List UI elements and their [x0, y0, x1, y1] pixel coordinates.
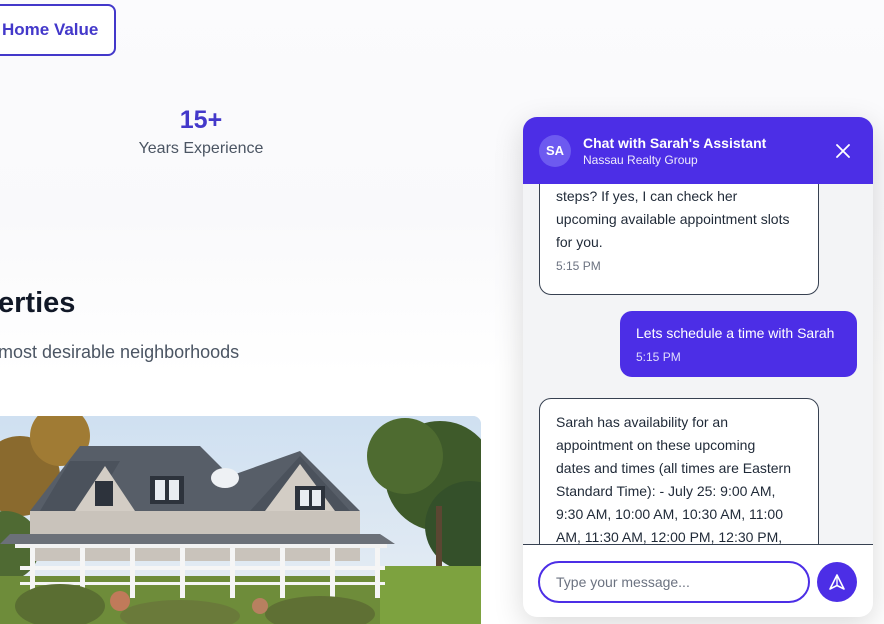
properties-subtitle: most desirable neighborhoods	[0, 342, 240, 362]
message-time: 5:15 PM	[556, 259, 601, 273]
chat-input-area	[523, 544, 873, 617]
message-line: for you.	[556, 234, 603, 250]
send-button[interactable]	[817, 562, 857, 602]
user-message: Lets schedule a time with Sarah 5:15 PM	[620, 311, 857, 377]
message-line: Standard Time): - July 25: 9:00 AM,	[556, 483, 776, 499]
bot-message: Sarah has availability for an appointmen…	[539, 398, 819, 544]
message-line: 9:30 AM, 10:00 AM, 10:30 AM, 11:00	[556, 506, 784, 522]
home-value-button[interactable]: Home Value	[0, 4, 116, 56]
message-line: Sarah has availability for an	[556, 414, 728, 430]
message-line: steps? If yes, I can check her	[556, 188, 738, 204]
chat-subtitle: Nassau Realty Group	[583, 152, 698, 167]
chat-title: Chat with Sarah's Assistant	[583, 134, 767, 151]
message-line: AM, 11:30 AM, 12:00 PM, 12:30 PM,	[556, 529, 783, 544]
stat-label: Years Experience	[138, 140, 264, 157]
message-line: appointment on these upcoming	[556, 437, 756, 453]
message-list: steps? If yes, I can check her upcoming …	[523, 184, 873, 544]
stat-years-experience: 15+ Years Experience	[100, 104, 302, 160]
property-image[interactable]	[0, 416, 481, 624]
message-input[interactable]	[538, 561, 810, 603]
avatar: SA	[539, 134, 571, 167]
close-button[interactable]	[833, 141, 853, 161]
close-icon	[836, 144, 850, 158]
message-text: Lets schedule a time with Sarah	[636, 325, 835, 341]
message-line: dates and times (all times are Eastern	[556, 460, 791, 476]
message-time: 5:15 PM	[636, 350, 681, 364]
stat-value: 15+	[179, 106, 223, 134]
properties-title: erties	[0, 287, 76, 319]
message-line: upcoming available appointment slots	[556, 211, 790, 227]
chat-header: SA Chat with Sarah's Assistant Nassau Re…	[523, 117, 873, 184]
send-icon	[829, 574, 845, 590]
bot-message: steps? If yes, I can check her upcoming …	[539, 184, 819, 295]
chat-widget: SA Chat with Sarah's Assistant Nassau Re…	[523, 117, 873, 617]
